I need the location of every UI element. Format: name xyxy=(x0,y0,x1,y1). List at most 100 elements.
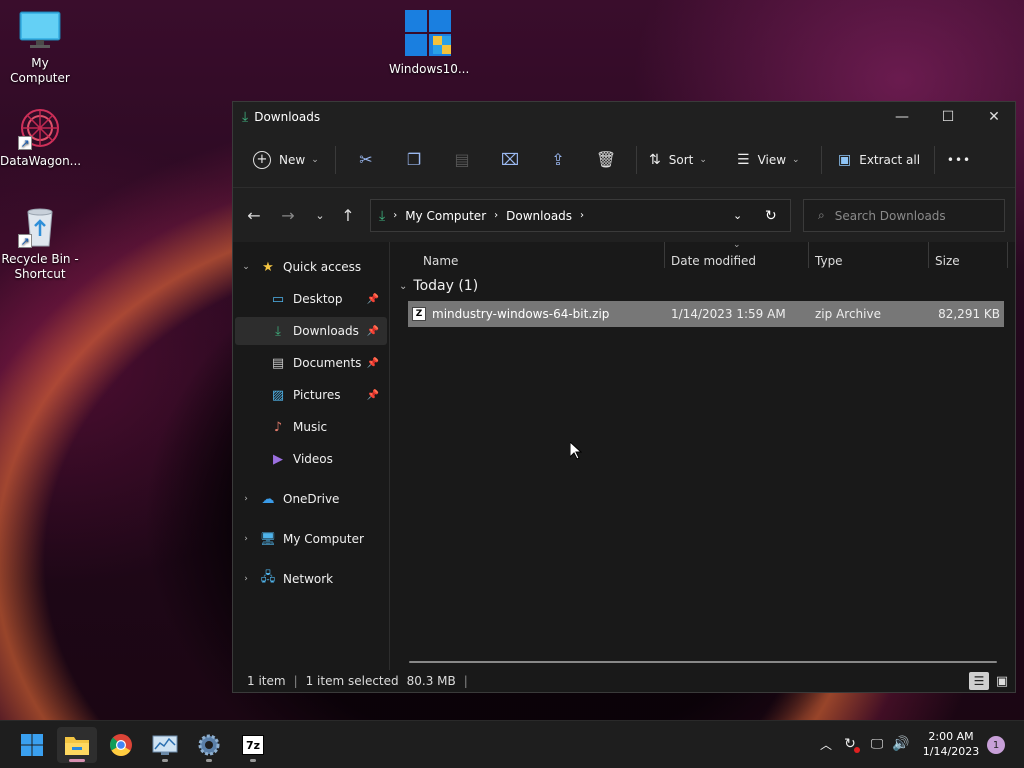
video-icon: ▶ xyxy=(273,451,283,467)
desktop-icon-my-computer[interactable]: My Computer xyxy=(0,8,80,86)
rename-button[interactable]: ⌧ xyxy=(486,144,534,176)
clock[interactable]: 2:00 AM 1/14/2023 xyxy=(918,729,984,759)
column-header-name[interactable]: Name xyxy=(423,254,458,268)
network-status-icon[interactable]: 🖵 xyxy=(867,734,887,754)
breadcrumb-my-computer[interactable]: My Computer xyxy=(405,209,486,223)
close-button[interactable]: ✕ xyxy=(971,102,1017,132)
sidebar-item-label: Documents xyxy=(293,356,362,370)
file-list: Name ⌄ Date modified Type Size ⌄ Today (… xyxy=(391,240,1015,672)
breadcrumb-downloads[interactable]: Downloads xyxy=(506,209,572,223)
column-header-type[interactable]: Type xyxy=(815,254,843,268)
desktop-icon-windows10[interactable]: Windows10... xyxy=(389,8,469,77)
notification-badge[interactable]: 1 xyxy=(987,736,1005,754)
sidebar-item-downloads[interactable]: ⤓ Downloads 📌 xyxy=(235,317,387,345)
column-divider[interactable] xyxy=(928,242,929,268)
address-history-dropdown[interactable]: ⌄ xyxy=(733,209,742,222)
selection-size: 80.3 MB xyxy=(406,674,456,688)
plus-circle-icon: + xyxy=(253,150,271,169)
share-button[interactable]: ⇪ xyxy=(534,144,582,176)
taskbar-file-explorer[interactable] xyxy=(57,727,97,763)
extract-all-button[interactable]: ▣ Extract all xyxy=(828,144,928,176)
shortcut-arrow-icon: ↗ xyxy=(18,234,32,248)
sidebar-item-quick-access[interactable]: ⌄ ★ Quick access xyxy=(239,253,391,281)
sidebar-item-label: Quick access xyxy=(283,260,362,274)
cut-button[interactable]: ✂ xyxy=(342,144,390,176)
chrome-icon xyxy=(110,734,132,756)
back-button[interactable]: ← xyxy=(237,200,271,230)
datawagon-icon: ↗ xyxy=(18,106,62,150)
chevron-right-icon[interactable]: › xyxy=(239,574,253,584)
column-divider[interactable] xyxy=(808,242,809,268)
column-divider[interactable] xyxy=(664,242,665,268)
clock-time: 2:00 AM xyxy=(928,730,974,743)
active-indicator xyxy=(69,759,85,762)
recycle-bin-icon: ↗ xyxy=(18,204,62,248)
maximize-button[interactable]: ☐ xyxy=(925,102,971,132)
copy-button[interactable]: ❐ xyxy=(390,144,438,176)
refresh-button[interactable]: ↻ xyxy=(765,208,777,224)
search-placeholder: Search Downloads xyxy=(834,208,946,223)
title-bar[interactable]: ⤓ Downloads — ☐ ✕ xyxy=(233,102,1015,132)
more-options-button[interactable]: ••• xyxy=(941,144,977,176)
paste-icon: ▤ xyxy=(454,150,470,169)
column-divider[interactable] xyxy=(1007,242,1008,268)
sidebar-item-desktop[interactable]: ▭ Desktop 📌 xyxy=(235,285,387,313)
group-header-today[interactable]: ⌄ Today (1) xyxy=(399,278,478,294)
search-input[interactable]: ⌕ Search Downloads xyxy=(803,199,1005,232)
windows-logo-icon xyxy=(21,734,43,756)
taskbar: 7z ︿ ↻ 🖵 🔊 2:00 AM 1/14/2023 1 xyxy=(0,720,1024,768)
column-header-date-modified[interactable]: Date modified xyxy=(671,254,756,268)
file-date: 1/14/2023 1:59 AM xyxy=(671,307,786,321)
running-indicator xyxy=(250,759,256,762)
new-button[interactable]: + New ⌄ xyxy=(249,144,329,176)
sidebar-item-videos[interactable]: ▶ Videos xyxy=(235,445,387,473)
desktop-icon-recycle-bin[interactable]: ↗ Recycle Bin - Shortcut xyxy=(0,204,80,282)
sidebar-item-my-computer[interactable]: › 🖥 My Computer xyxy=(239,525,391,553)
new-label: New xyxy=(279,152,306,167)
tiles-view-button[interactable]: ▣ xyxy=(993,672,1011,690)
start-button[interactable] xyxy=(12,727,52,763)
sort-button[interactable]: ⇅ Sort ⌄ xyxy=(643,144,727,176)
arrow-up-icon: ↑ xyxy=(341,205,355,225)
chevron-down-icon[interactable]: ⌄ xyxy=(239,262,253,272)
paste-button[interactable]: ▤ xyxy=(438,144,486,176)
sidebar-item-label: Pictures xyxy=(293,388,341,402)
taskbar-monitor-app[interactable] xyxy=(145,727,185,763)
column-header-size[interactable]: Size xyxy=(935,254,960,268)
taskbar-7zip[interactable]: 7z xyxy=(233,727,273,763)
seven-zip-label: 7z xyxy=(245,738,261,752)
chevron-right-icon[interactable]: › xyxy=(239,534,253,544)
clock-date: 1/14/2023 xyxy=(922,745,980,758)
horizontal-scrollbar[interactable] xyxy=(409,661,997,663)
desktop-icon-datawagon[interactable]: ↗ DataWagon... xyxy=(0,106,81,169)
details-view-button[interactable]: ☰ xyxy=(969,672,989,690)
minimize-button[interactable]: — xyxy=(879,102,925,132)
chevron-down-icon: ⌄ xyxy=(699,154,707,165)
sidebar-item-music[interactable]: ♪ Music xyxy=(235,413,387,441)
show-hidden-icons-button[interactable]: ︿ xyxy=(816,734,836,754)
divider xyxy=(335,145,336,174)
sidebar-item-pictures[interactable]: ▨ Pictures 📌 xyxy=(235,381,387,409)
view-button[interactable]: ☰ View ⌄ xyxy=(727,144,815,176)
table-row[interactable]: Z mindustry-windows-64-bit.zip 1/14/2023… xyxy=(408,301,1004,327)
delete-button[interactable]: 🗑 xyxy=(582,144,630,176)
chevron-right-icon[interactable]: › xyxy=(239,494,253,504)
pictures-icon: ▨ xyxy=(271,387,285,403)
up-button[interactable]: ↑ xyxy=(331,200,365,230)
rename-icon: ⌧ xyxy=(500,150,520,169)
taskbar-chrome[interactable] xyxy=(101,727,141,763)
sidebar-item-network[interactable]: › 🖧 Network xyxy=(239,565,391,593)
running-indicator xyxy=(162,759,168,762)
sidebar-item-documents[interactable]: ▤ Documents 📌 xyxy=(235,349,387,377)
forward-button[interactable]: → xyxy=(271,200,305,230)
navigation-pane: ⌄ ★ Quick access ▭ Desktop 📌 ⤓ Downloads… xyxy=(233,242,390,672)
sync-status-icon[interactable]: ↻ xyxy=(840,734,860,754)
address-bar[interactable]: ⤓ › My Computer › Downloads › ⌄ ↻ xyxy=(370,199,791,232)
taskbar-settings[interactable] xyxy=(189,727,229,763)
scissors-icon: ✂ xyxy=(359,150,373,169)
volume-icon[interactable]: 🔊 xyxy=(891,734,911,754)
desktop-icon-label: My Computer xyxy=(10,56,70,85)
sidebar-item-onedrive[interactable]: › ☁ OneDrive xyxy=(239,485,391,513)
more-icon: ••• xyxy=(946,152,972,167)
document-icon: ▤ xyxy=(271,355,285,371)
